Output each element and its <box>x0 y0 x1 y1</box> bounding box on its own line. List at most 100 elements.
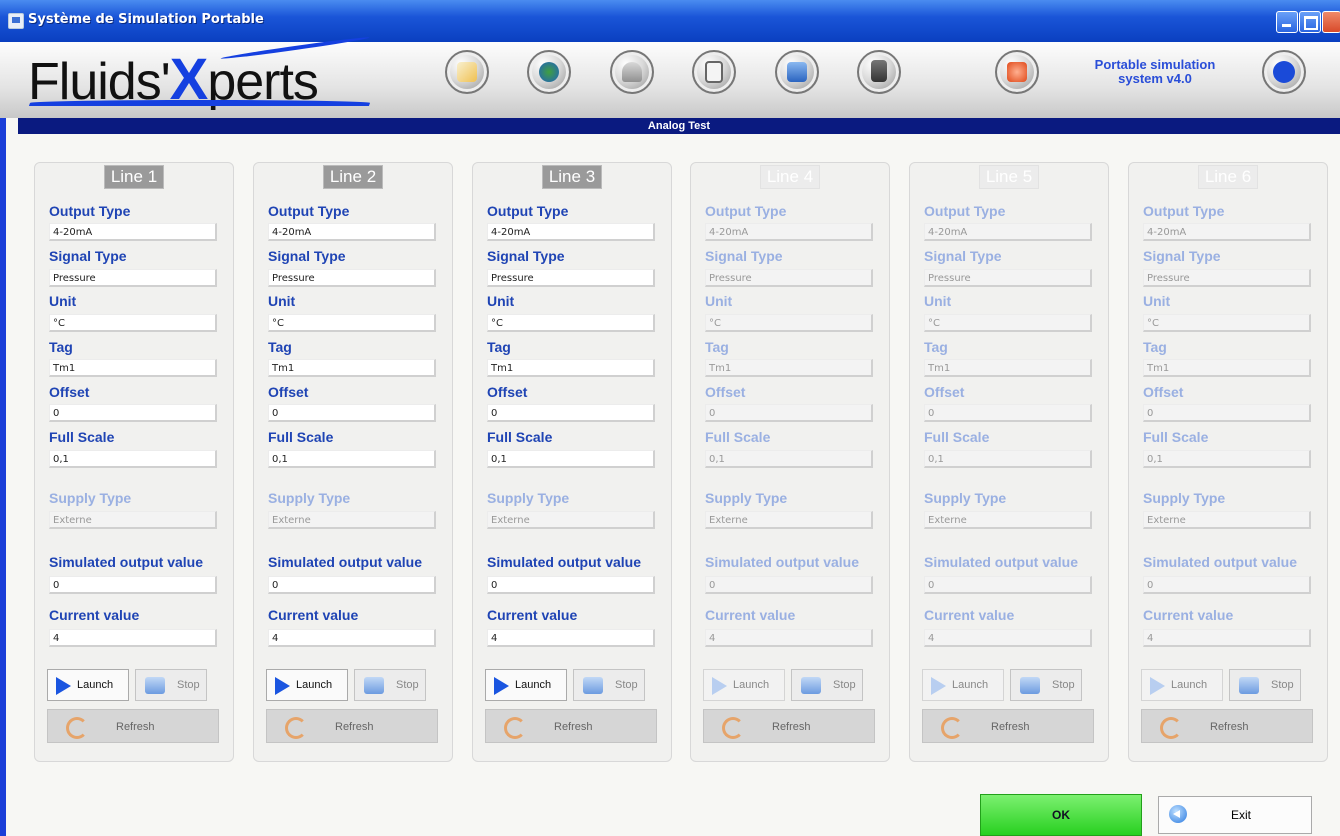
unit-field[interactable]: °C <box>268 314 436 332</box>
current-value-field[interactable]: 4 <box>705 629 873 647</box>
launch-button[interactable]: Launch <box>266 669 348 701</box>
ok-button[interactable]: OK <box>980 794 1142 836</box>
unit-field[interactable]: °C <box>924 314 1092 332</box>
signal-type-field[interactable]: Pressure <box>49 269 217 287</box>
supply-type-field[interactable]: Externe <box>1143 511 1311 529</box>
unit-field[interactable]: °C <box>49 314 217 332</box>
output-type-field[interactable]: 4-20mA <box>924 223 1092 241</box>
current-value-field[interactable]: 4 <box>924 629 1092 647</box>
launch-button[interactable]: Launch <box>1141 669 1223 701</box>
simulated-output-field[interactable]: 0 <box>487 576 655 594</box>
signal-type-field[interactable]: Pressure <box>487 269 655 287</box>
refresh-button[interactable]: Refresh <box>922 709 1094 743</box>
refresh-button[interactable]: Refresh <box>47 709 219 743</box>
signal-type-field[interactable]: Pressure <box>1143 269 1311 287</box>
tag-field[interactable]: Tm1 <box>268 359 436 377</box>
stop-button[interactable]: Stop <box>791 669 863 701</box>
refresh-button[interactable]: Refresh <box>266 709 438 743</box>
app-logo-icon[interactable] <box>1262 50 1306 94</box>
play-icon <box>931 677 946 695</box>
current-value-field[interactable]: 4 <box>487 629 655 647</box>
refresh-button[interactable]: Refresh <box>1141 709 1313 743</box>
supply-type-label: Supply Type <box>268 490 351 506</box>
supply-type-field[interactable]: Externe <box>705 511 873 529</box>
offset-field[interactable]: 0 <box>705 404 873 422</box>
signal-type-field[interactable]: Pressure <box>705 269 873 287</box>
unit-field[interactable]: °C <box>1143 314 1311 332</box>
output-type-field[interactable]: 4-20mA <box>49 223 217 241</box>
unit-field[interactable]: °C <box>487 314 655 332</box>
stop-button[interactable]: Stop <box>1010 669 1082 701</box>
signal-type-field[interactable]: Pressure <box>268 269 436 287</box>
full-scale-field[interactable]: 0,1 <box>49 450 217 468</box>
offset-field[interactable]: 0 <box>1143 404 1311 422</box>
stop-button[interactable]: Stop <box>573 669 645 701</box>
power-icon[interactable] <box>995 50 1039 94</box>
simulated-output-label: Simulated output value <box>705 554 860 570</box>
simulated-output-field[interactable]: 0 <box>268 576 436 594</box>
current-value-field[interactable]: 4 <box>1143 629 1311 647</box>
simulated-output-label: Simulated output value <box>924 554 1079 570</box>
full-scale-field[interactable]: 0,1 <box>705 450 873 468</box>
tag-field[interactable]: Tm1 <box>705 359 873 377</box>
device-icon[interactable] <box>692 50 736 94</box>
current-value-field[interactable]: 4 <box>49 629 217 647</box>
current-value-label: Current value <box>49 607 140 623</box>
tag-field[interactable]: Tm1 <box>487 359 655 377</box>
full-scale-field[interactable]: 0,1 <box>924 450 1092 468</box>
simulated-output-field[interactable]: 0 <box>924 576 1092 594</box>
offset-field[interactable]: 0 <box>49 404 217 422</box>
refresh-button[interactable]: Refresh <box>703 709 875 743</box>
line-panel-5: Line 5 Output Type 4-20mA Signal Type Pressu… <box>909 162 1109 762</box>
offset-field[interactable]: 0 <box>487 404 655 422</box>
output-type-field[interactable]: 4-20mA <box>268 223 436 241</box>
refresh-button[interactable]: Refresh <box>485 709 657 743</box>
full-scale-label: Full Scale <box>268 429 334 445</box>
simulated-output-field[interactable]: 0 <box>49 576 217 594</box>
signal-type-field[interactable]: Pressure <box>924 269 1092 287</box>
launch-button[interactable]: Launch <box>485 669 567 701</box>
line-title-box: Line 2 <box>254 165 452 189</box>
stop-button[interactable]: Stop <box>354 669 426 701</box>
offset-field[interactable]: 0 <box>268 404 436 422</box>
full-scale-field[interactable]: 0,1 <box>268 450 436 468</box>
supply-type-field[interactable]: Externe <box>487 511 655 529</box>
supply-type-field[interactable]: Externe <box>49 511 217 529</box>
supply-type-field[interactable]: Externe <box>268 511 436 529</box>
stop-button[interactable]: Stop <box>1229 669 1301 701</box>
full-scale-field[interactable]: 0,1 <box>487 450 655 468</box>
launch-button[interactable]: Launch <box>703 669 785 701</box>
network-icon[interactable] <box>775 50 819 94</box>
weight-icon[interactable] <box>610 50 654 94</box>
launch-button[interactable]: Launch <box>922 669 1004 701</box>
calculator-icon[interactable] <box>857 50 901 94</box>
output-type-field[interactable]: 4-20mA <box>487 223 655 241</box>
supply-type-label: Supply Type <box>49 490 132 506</box>
unit-field[interactable]: °C <box>705 314 873 332</box>
play-icon <box>712 677 727 695</box>
users-icon[interactable] <box>527 50 571 94</box>
tag-field[interactable]: Tm1 <box>924 359 1092 377</box>
close-button[interactable] <box>1322 11 1340 33</box>
output-type-field[interactable]: 4-20mA <box>705 223 873 241</box>
offset-field[interactable]: 0 <box>924 404 1092 422</box>
signal-type-label: Signal Type <box>487 248 565 264</box>
simulated-output-field[interactable]: 0 <box>705 576 873 594</box>
line-title: Line 4 <box>759 165 821 189</box>
edit-icon[interactable] <box>445 50 489 94</box>
full-scale-field[interactable]: 0,1 <box>1143 450 1311 468</box>
output-type-field[interactable]: 4-20mA <box>1143 223 1311 241</box>
current-value-field[interactable]: 4 <box>268 629 436 647</box>
launch-button[interactable]: Launch <box>47 669 129 701</box>
tag-field[interactable]: Tm1 <box>1143 359 1311 377</box>
signal-type-label: Signal Type <box>1143 248 1221 264</box>
offset-label: Offset <box>487 384 528 400</box>
exit-button[interactable]: Exit <box>1158 796 1312 834</box>
tag-field[interactable]: Tm1 <box>49 359 217 377</box>
minimize-button[interactable] <box>1276 11 1298 33</box>
full-scale-label: Full Scale <box>1143 429 1209 445</box>
stop-button[interactable]: Stop <box>135 669 207 701</box>
simulated-output-field[interactable]: 0 <box>1143 576 1311 594</box>
supply-type-field[interactable]: Externe <box>924 511 1092 529</box>
maximize-button[interactable] <box>1299 11 1321 33</box>
